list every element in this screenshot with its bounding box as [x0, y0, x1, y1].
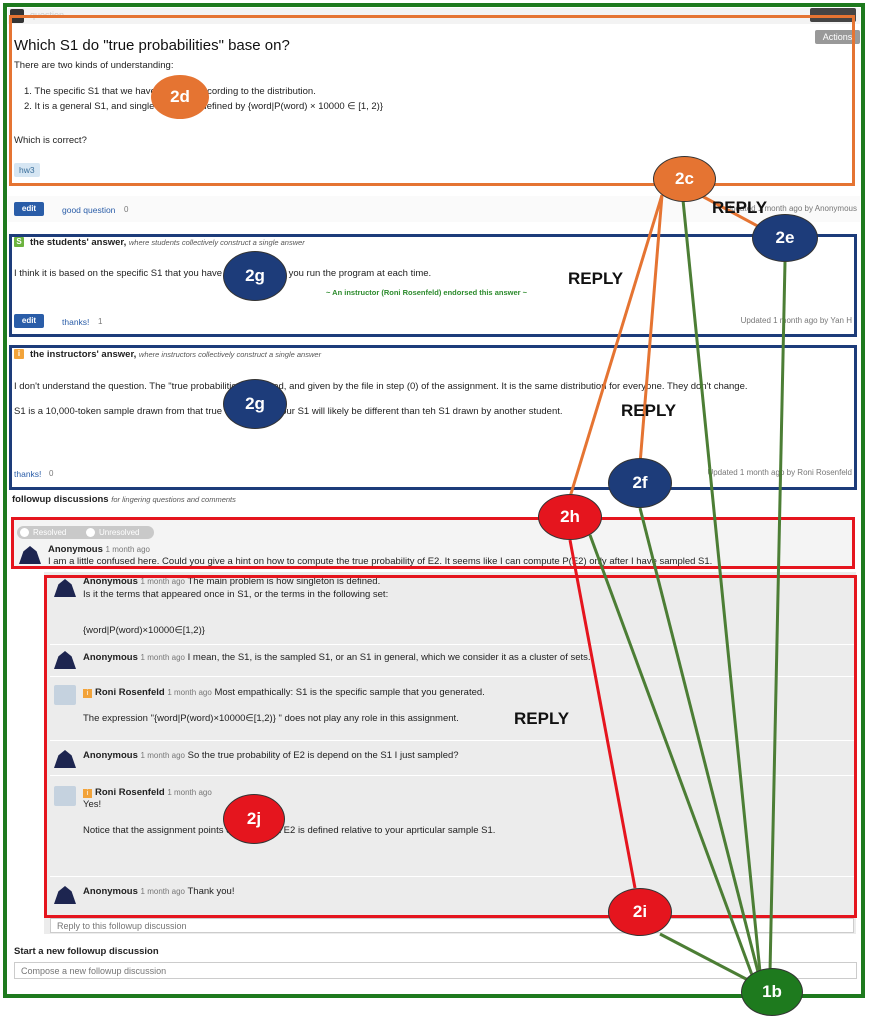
annotation-2g: 2g [223, 251, 287, 301]
connector-lines [568, 193, 787, 982]
annotation-2c: 2c [653, 156, 716, 202]
annotation-1b: 1b [741, 968, 803, 1016]
line-2i-1b [659, 932, 749, 982]
annotation-2j: 2j [223, 794, 285, 844]
annotation-2h: 2h [538, 494, 602, 540]
annotation-2e: 2e [752, 214, 818, 262]
annotation-2i: 2i [608, 888, 672, 936]
annotation-2g: 2g [223, 379, 287, 429]
line-2h-2i [568, 539, 637, 889]
reply-label: REPLY [621, 401, 677, 420]
line-2c-1b [681, 199, 762, 973]
annotation-2f: 2f [608, 458, 672, 508]
reply-label: REPLY [514, 709, 570, 728]
reply-label: REPLY [568, 269, 624, 288]
reply-label: REPLY [712, 198, 768, 217]
line-2e-1b [768, 261, 787, 973]
annotation-2d: 2d [151, 75, 209, 119]
